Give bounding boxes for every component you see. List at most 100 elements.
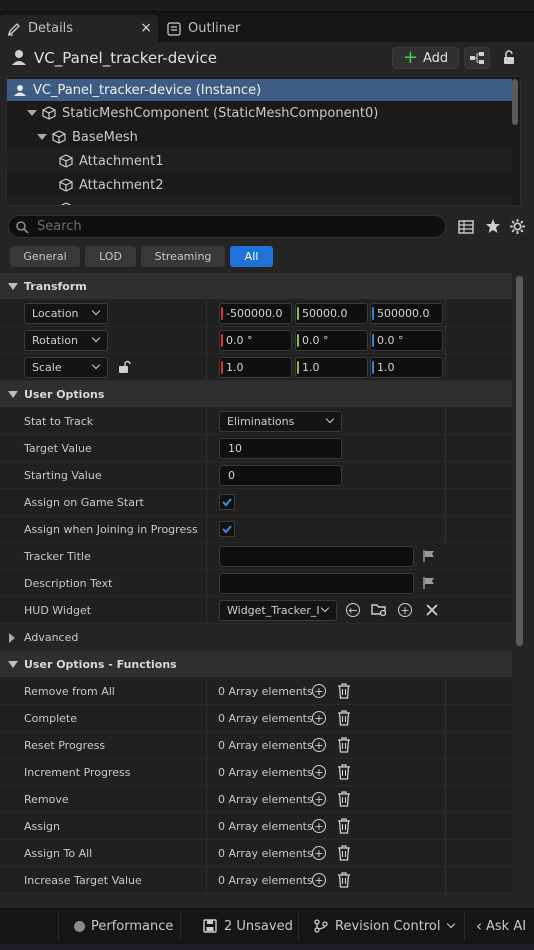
column-divider <box>445 516 446 543</box>
tree-row-attachment2[interactable]: Attachment2 <box>7 173 512 197</box>
localization-flag-icon[interactable] <box>422 549 436 566</box>
assign-on-game-start-row: Assign on Game Start <box>0 489 512 516</box>
trash-icon[interactable] <box>337 683 351 702</box>
assign-when-joining-row: Assign when Joining in Progress <box>0 516 512 543</box>
scale-x-field[interactable]: 1.0 <box>219 357 292 378</box>
blueprint-button[interactable] <box>464 47 490 69</box>
tree-row-basemesh[interactable]: BaseMesh <box>7 125 512 149</box>
trash-icon[interactable] <box>337 764 351 783</box>
collapse-arrow-icon <box>8 660 18 668</box>
add-element-icon[interactable]: + <box>312 765 326 779</box>
add-element-icon[interactable]: + <box>312 738 326 752</box>
close-icon[interactable]: × <box>140 20 152 36</box>
branch-icon <box>314 919 328 933</box>
clear-icon[interactable] <box>425 603 439 620</box>
revision-control-button[interactable]: Revision Control <box>314 908 456 944</box>
column-divider <box>206 354 207 381</box>
search-input[interactable]: Search <box>8 215 446 238</box>
tree-row-partial[interactable] <box>7 197 512 205</box>
ask-ai-button[interactable]: ‹ Ask AI <box>476 908 526 944</box>
trash-icon[interactable] <box>337 710 351 729</box>
section-title: Transform <box>24 279 87 293</box>
hud-widget-dropdown[interactable]: Widget_Tracker_I <box>219 600 337 621</box>
add-element-icon[interactable]: + <box>312 792 326 806</box>
tree-scrollbar[interactable] <box>512 79 518 125</box>
filter-lod[interactable]: LOD <box>85 246 136 267</box>
section-user-options[interactable]: User Options <box>0 381 512 407</box>
add-element-icon[interactable]: + <box>312 684 326 698</box>
details-scrollbar[interactable] <box>516 276 523 646</box>
trash-icon[interactable] <box>337 791 351 810</box>
top-strip <box>0 0 534 12</box>
trash-icon[interactable] <box>337 818 351 837</box>
section-user-options-functions[interactable]: User Options - Functions <box>0 651 512 677</box>
tab-details-label: Details <box>28 21 74 36</box>
browse-folder-icon[interactable] <box>371 602 388 621</box>
function-row: Assign 0 Array elements + <box>0 813 512 840</box>
scale-y-value: 1.0 <box>302 361 320 374</box>
add-icon[interactable]: + <box>398 603 412 617</box>
scale-dropdown[interactable]: Scale <box>24 357 108 378</box>
target-value-field[interactable]: 10 <box>219 438 342 459</box>
column-divider <box>445 435 446 462</box>
location-x-field[interactable]: -500000.0 <box>219 303 292 324</box>
x-axis-marker <box>221 361 223 374</box>
assign-when-joining-checkbox[interactable] <box>219 521 235 537</box>
section-transform[interactable]: Transform <box>0 273 512 299</box>
add-element-icon[interactable]: + <box>312 873 326 887</box>
trash-icon[interactable] <box>337 845 351 864</box>
tree-row-instance[interactable]: VC_Panel_tracker-device (Instance) <box>7 79 512 101</box>
trash-icon[interactable] <box>337 737 351 756</box>
scale-z-field[interactable]: 1.0 <box>370 357 443 378</box>
performance-button[interactable]: Performance <box>74 908 173 944</box>
star-icon[interactable] <box>485 218 501 237</box>
stat-to-track-value: Eliminations <box>227 415 295 428</box>
tree-row-attachment1[interactable]: Attachment1 <box>7 149 512 173</box>
location-y-field[interactable]: 50000.0 <box>295 303 368 324</box>
advanced-row[interactable]: Advanced <box>0 624 512 651</box>
add-element-icon[interactable]: + <box>312 711 326 725</box>
starting-value-field[interactable]: 0 <box>219 465 342 486</box>
rotation-z-field[interactable]: 0.0 ° <box>370 330 443 351</box>
column-divider <box>445 759 446 786</box>
rotation-x-field[interactable]: 0.0 ° <box>219 330 292 351</box>
tab-details[interactable]: Details × <box>0 15 158 42</box>
tracker-title-field[interactable] <box>219 546 414 567</box>
description-text-field[interactable] <box>219 573 414 594</box>
chevron-left-icon: ‹ <box>476 917 482 935</box>
trash-icon[interactable] <box>337 872 351 891</box>
filter-all[interactable]: All <box>230 246 273 267</box>
filter-streaming[interactable]: Streaming <box>141 246 225 267</box>
assign-on-game-start-checkbox[interactable] <box>219 494 235 510</box>
tab-outliner[interactable]: Outliner <box>160 15 270 42</box>
filter-general[interactable]: General <box>10 246 80 267</box>
chevron-down-icon <box>447 919 456 929</box>
localization-flag-icon[interactable] <box>422 576 436 593</box>
x-axis-marker <box>221 334 223 347</box>
gear-icon[interactable] <box>509 218 526 238</box>
unlock-icon[interactable] <box>117 360 131 377</box>
expand-arrow-icon <box>9 633 15 643</box>
function-label: Assign <box>24 820 60 833</box>
add-element-icon[interactable]: + <box>312 846 326 860</box>
unsaved-button[interactable]: 2 Unsaved <box>203 908 293 944</box>
column-divider <box>206 813 207 840</box>
z-axis-marker <box>372 307 374 320</box>
table-view-icon[interactable] <box>458 219 474 238</box>
use-selected-icon[interactable]: ← <box>346 603 360 617</box>
status-separator <box>58 912 59 940</box>
rotation-label: Rotation <box>32 334 79 347</box>
function-label: Remove <box>24 793 69 806</box>
add-component-button[interactable]: + Add <box>392 47 459 69</box>
rotation-y-field[interactable]: 0.0 ° <box>295 330 368 351</box>
lock-icon[interactable] <box>501 50 517 69</box>
add-element-icon[interactable]: + <box>312 819 326 833</box>
column-divider <box>206 543 207 570</box>
rotation-dropdown[interactable]: Rotation <box>24 330 108 351</box>
tree-row-staticmesh[interactable]: StaticMeshComponent (StaticMeshComponent… <box>7 101 512 125</box>
stat-to-track-dropdown[interactable]: Eliminations <box>219 411 342 432</box>
scale-y-field[interactable]: 1.0 <box>295 357 368 378</box>
location-z-field[interactable]: 500000.0 <box>370 303 443 324</box>
column-divider <box>445 327 446 354</box>
location-dropdown[interactable]: Location <box>24 303 108 324</box>
